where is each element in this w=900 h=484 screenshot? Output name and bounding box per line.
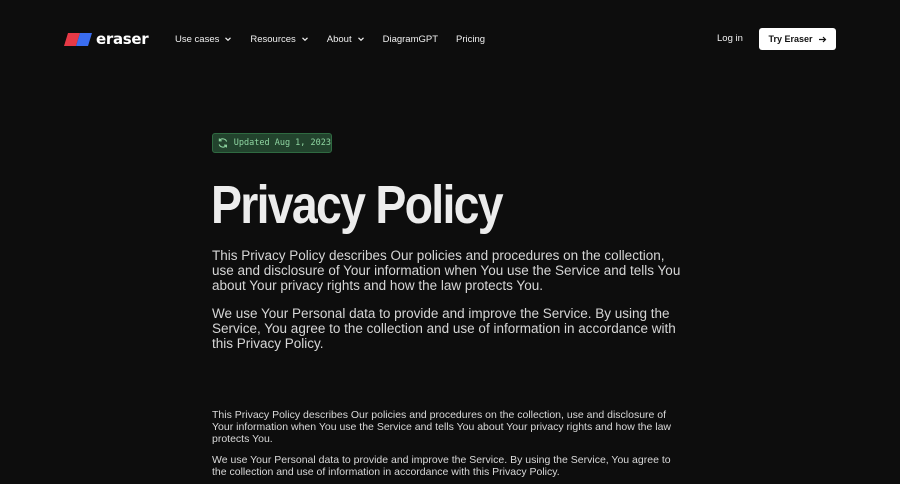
nav-item-about[interactable]: About [327, 34, 365, 45]
nav-item-resources[interactable]: Resources [250, 34, 308, 45]
nav-item-label: Resources [250, 33, 296, 45]
eraser-logo[interactable]: eraser [64, 29, 149, 49]
updated-date-text: Updated Aug 1, 2023 [233, 138, 331, 148]
updated-badge: Updated Aug 1, 2023 [212, 133, 332, 153]
nav-item-label: DiagramGPT [382, 33, 439, 45]
brand-name: eraser [96, 30, 149, 48]
nav-item-diagramgpt[interactable]: DiagramGPT [383, 34, 438, 45]
nav-item-label: Use cases [175, 33, 220, 45]
eraser-logo-mark-icon [64, 32, 92, 46]
try-eraser-label: Try Eraser [768, 34, 813, 44]
chevron-down-icon [301, 37, 308, 42]
nav-item-label: Pricing [456, 33, 486, 45]
lead-paragraph: This Privacy Policy describes Our polici… [212, 248, 681, 293]
nav-item-pricing[interactable]: Pricing [456, 34, 485, 45]
nav-item-use-cases[interactable]: Use cases [175, 34, 232, 45]
body-paragraph: We use Your Personal data to provide and… [212, 454, 671, 478]
login-link[interactable]: Log in [717, 33, 743, 44]
body-paragraph: This Privacy Policy describes Our polici… [212, 409, 672, 445]
arrow-right-icon [818, 36, 826, 42]
chevron-down-icon [357, 37, 364, 42]
chevron-down-icon [225, 37, 232, 42]
page-title: Privacy Policy [211, 175, 504, 235]
top-navigation: eraser Use cases Resources About Diagram… [0, 0, 900, 78]
lead-paragraph: We use Your Personal data to provide and… [212, 306, 676, 351]
nav-links: Use cases Resources About DiagramGPT Pri… [175, 31, 503, 47]
try-eraser-button[interactable]: Try Eraser [759, 28, 836, 50]
nav-item-label: About [326, 33, 352, 45]
refresh-icon [218, 138, 228, 148]
